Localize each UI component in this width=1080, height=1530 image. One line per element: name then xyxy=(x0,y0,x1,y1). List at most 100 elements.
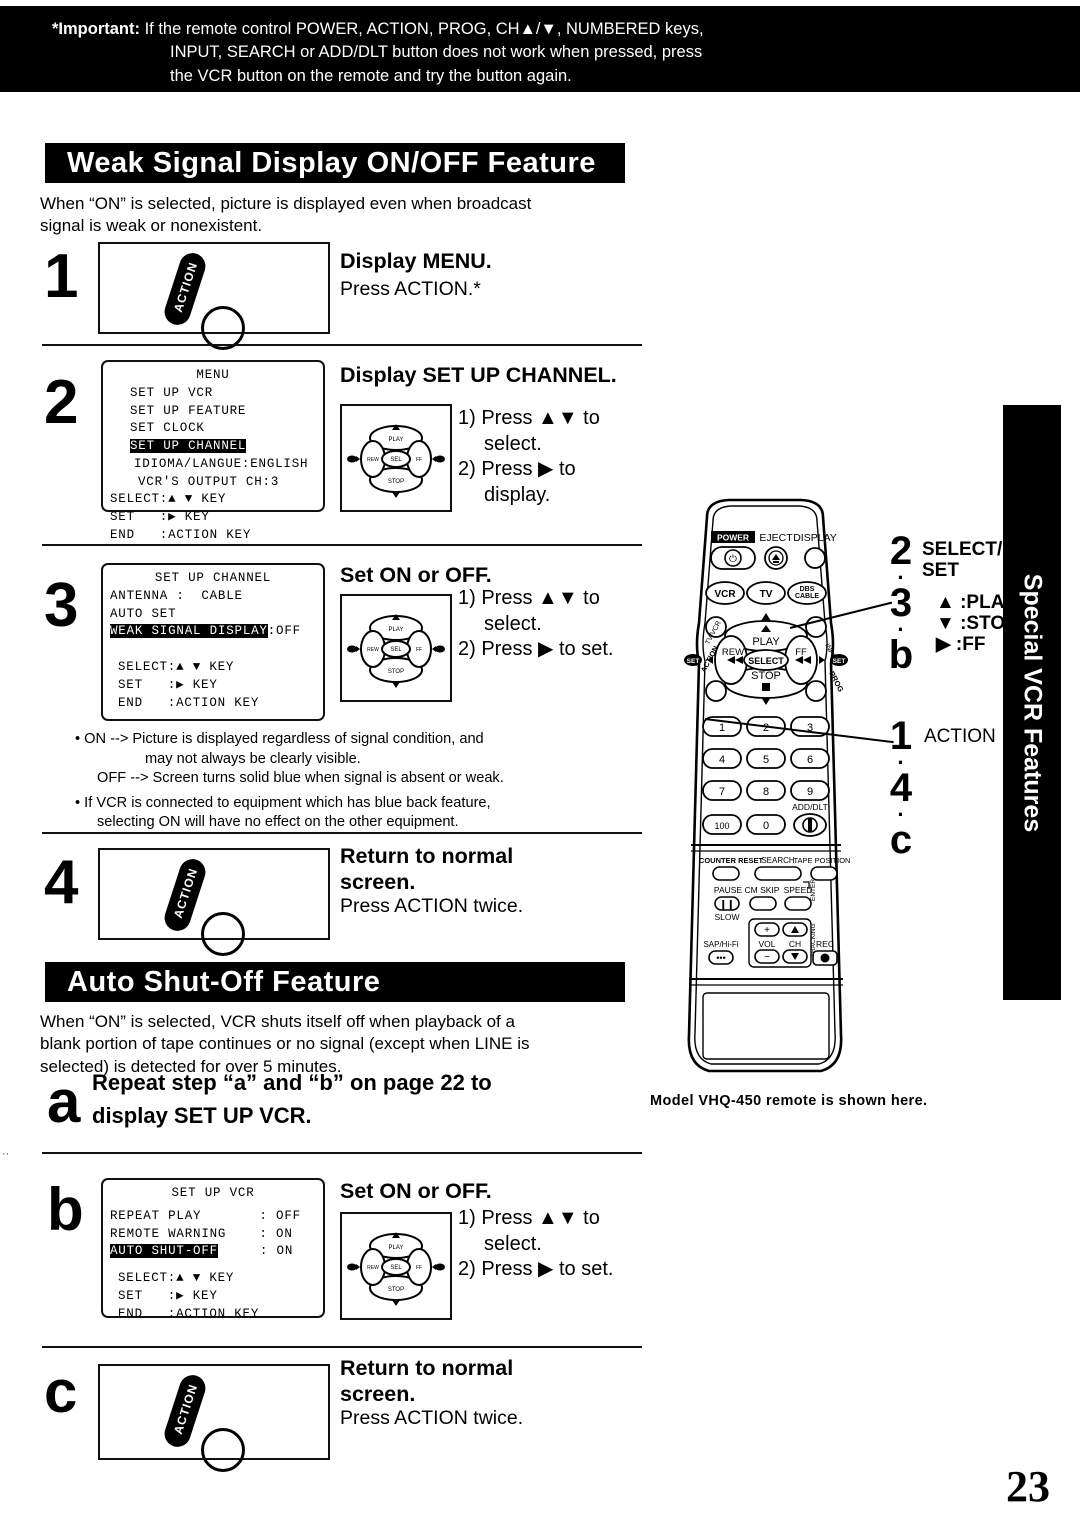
step-c-action-button-figure: ACTION xyxy=(98,1364,330,1472)
remote-circle-button-icon xyxy=(201,1428,245,1472)
osd-row: SET CLOCK xyxy=(130,421,205,436)
osd-row: SET UP VCR xyxy=(130,385,214,400)
svg-text:STOP: STOP xyxy=(751,670,781,682)
svg-text:SET: SET xyxy=(687,658,700,665)
remote-circle-button-icon xyxy=(201,912,245,956)
cursor-pad-icon: SEL PLAY STOP REW FF xyxy=(347,424,445,498)
svg-text:PLAY: PLAY xyxy=(752,636,780,648)
cursor-pad-icon: SEL PLAY STOP REW FF xyxy=(347,614,445,688)
important-line-1: If the remote control POWER, ACTION, PRO… xyxy=(144,20,704,38)
step-a-heading: Repeat step “a” and “b” on page 22 to di… xyxy=(92,1070,492,1130)
step-1-heading: Display MENU. xyxy=(340,249,492,273)
note-2-line-1: If VCR is connected to equipment which h… xyxy=(84,794,491,811)
svg-text:SAP/Hi-Fi: SAP/Hi-Fi xyxy=(703,940,738,949)
step-2-instructions: 1) Press ▲▼ to select. 2) Press ▶ to dis… xyxy=(458,406,600,508)
step-2-cursor-pad-figure: SEL PLAY STOP REW FF xyxy=(340,404,452,512)
svg-text:SEL: SEL xyxy=(390,647,402,653)
svg-text:REW: REW xyxy=(367,647,379,653)
svg-text:SPEED: SPEED xyxy=(784,885,813,895)
step-3-instruction-1: 1) Press ▲▼ to xyxy=(458,587,600,609)
side-tab-label: Special VCR Features xyxy=(1018,573,1047,832)
osd-footer-row: SELECT:▲ ▼ KEY xyxy=(118,660,235,674)
step-c-heading-line-2: screen. xyxy=(340,1382,416,1407)
step-a-heading-line-2: display SET UP VCR. xyxy=(92,1102,312,1128)
step-4-action-button-figure: ACTION xyxy=(98,848,330,956)
divider xyxy=(42,1152,642,1154)
section1-notes: • ON --> Picture is displayed regardless… xyxy=(75,730,635,833)
svg-text:6: 6 xyxy=(807,754,813,766)
action-button-icon: ACTION xyxy=(161,249,209,329)
osd-row: REMOTE WARNING : ON xyxy=(110,1226,293,1241)
svg-text:EJECT: EJECT xyxy=(759,532,793,544)
section2-intro: When “ON” is selected, VCR shuts itself … xyxy=(40,1011,650,1078)
svg-text:TAPE POSITION: TAPE POSITION xyxy=(794,856,851,865)
svg-text:+: + xyxy=(764,925,770,936)
note-2-line-2: selecting ON will have no effect on the … xyxy=(97,814,459,831)
osd-highlighted-row: SET UP CHANNEL xyxy=(130,439,247,453)
svg-text:CM SKIP: CM SKIP xyxy=(745,885,780,895)
important-line-3: the VCR button on the remote and try the… xyxy=(170,66,572,85)
step-3-heading: Set ON or OFF. xyxy=(340,563,492,587)
svg-text:STOP: STOP xyxy=(388,1287,404,1293)
action-button-label: ACTION xyxy=(170,1382,201,1436)
callout-2-num-3: c xyxy=(889,818,913,863)
manual-page: *Important: If the remote control POWER,… xyxy=(0,0,1080,1530)
note-1-line-3: OFF --> Screen turns solid blue when sig… xyxy=(97,770,504,787)
step-2-heading: Display SET UP CHANNEL. xyxy=(340,363,617,387)
step-2-instruction-1b: select. xyxy=(484,432,542,455)
svg-text:❙❙: ❙❙ xyxy=(719,899,734,910)
svg-text:STOP: STOP xyxy=(388,479,404,485)
edge-crop-mark: ·· xyxy=(2,1148,10,1160)
svg-text:CH: CH xyxy=(789,939,801,949)
svg-text:PLAY: PLAY xyxy=(389,1245,404,1251)
osd-footer-row: END :ACTION KEY xyxy=(110,527,252,542)
osd-row: AUTO SET xyxy=(110,606,177,621)
step-b-instruction-1: 1) Press ▲▼ to xyxy=(458,1207,600,1229)
section2-intro-line-1: When “ON” is selected, VCR shuts itself … xyxy=(40,1012,515,1031)
osd-footer-row: SELECT:▲ ▼ KEY xyxy=(118,1271,235,1285)
important-notice-text: *Important: If the remote control POWER,… xyxy=(52,18,992,88)
section2-intro-line-2: blank portion of tape continues or no si… xyxy=(40,1034,530,1054)
step-3-instructions: 1) Press ▲▼ to select. 2) Press ▶ to set… xyxy=(458,586,613,663)
step-3-instruction-1b: select. xyxy=(484,612,542,635)
svg-text:PLAY: PLAY xyxy=(389,437,404,443)
note-1-line-2: may not always be clearly visible. xyxy=(145,750,361,767)
page-number: 23 xyxy=(1006,1462,1050,1511)
step-3-osd-menu: SET UP CHANNEL ANTENNA : CABLE AUTO SET … xyxy=(101,563,325,721)
osd-highlighted-value: :OFF xyxy=(267,624,301,639)
step-3-instruction-2: 2) Press ▶ to set. xyxy=(458,638,614,661)
svg-text:−: − xyxy=(764,952,770,963)
svg-text:DISPLAY: DISPLAY xyxy=(793,532,837,544)
step-1-sub: Press ACTION.* xyxy=(340,278,481,300)
step-4-heading-line-2: screen. xyxy=(340,870,416,895)
step-1-number: 1 xyxy=(44,242,79,311)
action-button-icon: ACTION xyxy=(161,855,209,935)
step-b-heading: Set ON or OFF. xyxy=(340,1179,492,1203)
osd-row: ANTENNA : CABLE xyxy=(110,588,243,603)
step-2-instruction-2b: display. xyxy=(484,483,551,506)
svg-text:VOL: VOL xyxy=(758,939,775,949)
svg-text:VCR: VCR xyxy=(714,589,736,600)
remote-caption: Model VHQ-450 remote is shown here. xyxy=(650,1093,928,1109)
svg-text:SELECT: SELECT xyxy=(748,656,784,666)
section-banner-auto-shutoff: Auto Shut-Off Feature xyxy=(45,962,625,1002)
divider xyxy=(42,544,642,546)
osd-row: VCR'S OUTPUT CH:3 xyxy=(138,474,280,489)
step-a-number: a xyxy=(47,1068,81,1135)
callout-action-label: ACTION xyxy=(924,726,996,747)
svg-text:⏻: ⏻ xyxy=(729,554,737,565)
step-3-cursor-pad-figure: SEL PLAY STOP REW FF xyxy=(340,594,452,702)
step-b-number: b xyxy=(47,1176,84,1243)
svg-text:2: 2 xyxy=(763,722,769,734)
step-2-number: 2 xyxy=(44,368,79,437)
svg-text:0: 0 xyxy=(763,820,769,832)
action-button-label: ACTION xyxy=(170,260,201,314)
step-2-osd-menu: MENU SET UP VCR SET UP FEATURE SET CLOCK… xyxy=(101,360,325,542)
step-c-sub: Press ACTION twice. xyxy=(340,1407,524,1429)
svg-text:PLAY: PLAY xyxy=(389,627,404,633)
osd-footer-row: SET :▶ KEY xyxy=(118,677,218,692)
step-b-instruction-2: 2) Press ▶ to set. xyxy=(458,1258,614,1281)
svg-text:ENTER: ENTER xyxy=(810,879,817,901)
svg-text:FF: FF xyxy=(416,1265,422,1271)
osd-footer-row: SET :▶ KEY xyxy=(110,510,210,524)
